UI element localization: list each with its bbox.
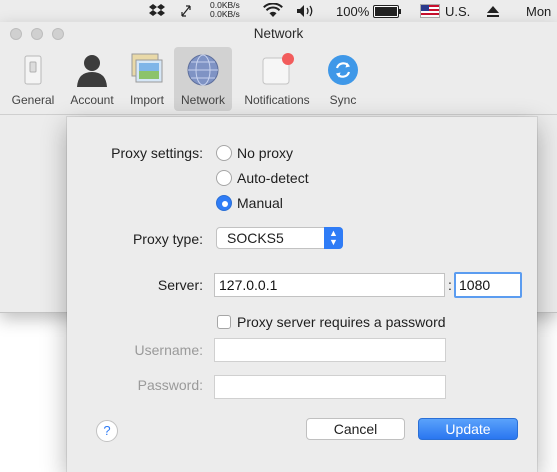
- server-label: Server:: [157, 277, 203, 293]
- password-label: Password:: [137, 377, 203, 393]
- network-speed: 0.0KB/s 0.0KB/s: [210, 1, 240, 19]
- proxy-settings-label: Proxy settings:: [111, 145, 203, 161]
- radio-no-proxy[interactable]: No proxy: [216, 145, 293, 161]
- username-input[interactable]: [214, 338, 446, 362]
- tab-label: General: [11, 93, 55, 107]
- server-input[interactable]: [214, 273, 445, 297]
- battery-icon: [373, 4, 402, 18]
- requires-password-label: Proxy server requires a password: [237, 314, 446, 330]
- proxy-type-select[interactable]: SOCKS5 ▲ ▼: [216, 227, 343, 249]
- person-icon: [72, 50, 112, 90]
- input-source-label: U.S.: [445, 3, 471, 19]
- flag-icon: [420, 4, 440, 18]
- input-source[interactable]: U.S.: [420, 0, 470, 22]
- tab-label: Network: [180, 93, 225, 107]
- username-label: Username:: [134, 342, 203, 358]
- tab-account[interactable]: Account: [64, 47, 120, 111]
- proxy-settings-sheet: Proxy settings: No proxy Auto-detect Man…: [67, 117, 537, 472]
- arrows-icon[interactable]: [180, 0, 192, 22]
- tab-network[interactable]: Network: [174, 47, 232, 111]
- switch-icon: [13, 50, 53, 90]
- photos-icon: [127, 50, 167, 90]
- tab-label: Import: [129, 93, 164, 107]
- requires-password-checkbox[interactable]: Proxy server requires a password: [217, 314, 446, 330]
- battery-percent: 100%: [336, 3, 370, 19]
- radio-label: No proxy: [237, 145, 294, 161]
- tab-label: Account: [70, 93, 114, 107]
- clock[interactable]: Mon: [526, 0, 551, 22]
- window-title: Network: [253, 26, 304, 41]
- password-input[interactable]: [214, 375, 446, 399]
- radio-label: Auto-detect: [237, 170, 309, 186]
- radio-auto-detect[interactable]: Auto-detect: [216, 170, 309, 186]
- help-button[interactable]: ?: [96, 420, 118, 442]
- radio-button[interactable]: [216, 170, 232, 186]
- radio-manual[interactable]: Manual: [216, 195, 283, 211]
- volume-icon[interactable]: [296, 0, 318, 22]
- tab-label: Sync: [329, 93, 357, 107]
- update-button[interactable]: Update: [418, 418, 518, 440]
- radio-button-selected[interactable]: [216, 195, 232, 211]
- cancel-button[interactable]: Cancel: [306, 418, 405, 440]
- checkbox[interactable]: [217, 315, 231, 329]
- title-bar: Network: [0, 22, 557, 46]
- tab-sync[interactable]: Sync: [322, 47, 364, 111]
- radio-label: Manual: [237, 195, 283, 211]
- net-down-text: 0.0KB/s: [210, 9, 240, 19]
- wifi-icon[interactable]: [263, 0, 283, 22]
- globe-icon: [183, 50, 223, 90]
- radio-button[interactable]: [216, 145, 232, 161]
- proxy-type-label: Proxy type:: [132, 231, 203, 247]
- tab-notifications[interactable]: Notifications: [236, 47, 318, 111]
- tab-general[interactable]: General: [8, 47, 58, 111]
- eject-icon[interactable]: [486, 0, 500, 22]
- tab-import[interactable]: Import: [124, 47, 170, 111]
- battery-status[interactable]: 100%: [336, 0, 402, 22]
- port-input[interactable]: [454, 272, 522, 298]
- sync-icon: [323, 50, 363, 90]
- chevron-updown-icon: ▲ ▼: [324, 227, 343, 249]
- dropbox-icon[interactable]: [148, 0, 166, 22]
- proxy-type-value: SOCKS5: [227, 230, 284, 246]
- port-separator: :: [448, 277, 452, 293]
- notification-icon: [257, 50, 297, 90]
- menu-bar: 0.0KB/s 0.0KB/s 100% U.S. Mon: [0, 0, 557, 23]
- toolbar: General Account Import Network Notificat…: [0, 46, 557, 115]
- tab-label: Notifications: [244, 93, 310, 107]
